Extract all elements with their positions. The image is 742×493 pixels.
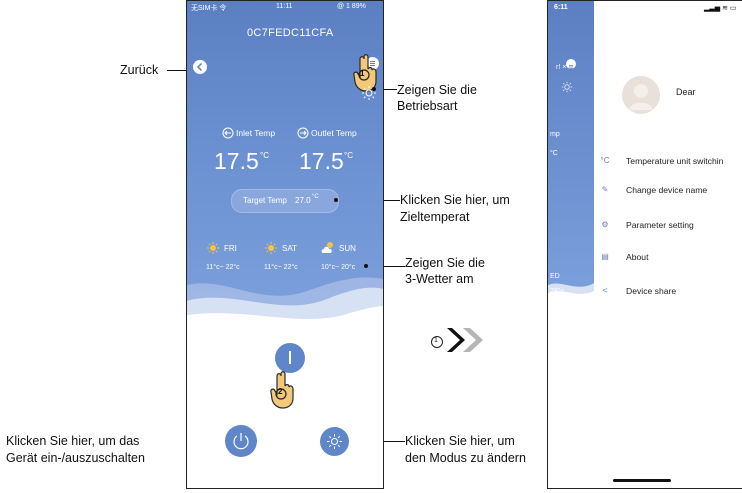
inlet-icon bbox=[222, 127, 234, 139]
strip-partial-text: r! × bbox=[556, 64, 567, 71]
edit-icon: ✎ bbox=[601, 185, 609, 194]
menu-item-label: Change device name bbox=[626, 185, 708, 195]
menu-item-label: Parameter setting bbox=[626, 220, 694, 230]
strip-temp2: 28°c bbox=[550, 288, 565, 295]
outlet-icon bbox=[297, 127, 309, 139]
avatar[interactable] bbox=[622, 76, 660, 114]
mode-button[interactable] bbox=[320, 427, 349, 456]
sun-weather-icon bbox=[207, 242, 219, 254]
sun-mode-icon bbox=[561, 81, 573, 93]
target-temp-value: 27.0 bbox=[295, 196, 311, 205]
status-time: 11:11 bbox=[276, 3, 293, 10]
callout-target-line2: Zieltemperat bbox=[400, 210, 470, 224]
menu-item-label: Temperature unit switchin bbox=[626, 156, 724, 166]
callout-mode-change-line2: den Modus zu ändern bbox=[405, 451, 526, 465]
weather-day-fri: FRI bbox=[224, 244, 237, 253]
user-avatar-icon bbox=[629, 84, 653, 110]
menu-button-2[interactable] bbox=[566, 59, 576, 69]
callout-weather-line1: Zeigen Sie die bbox=[405, 256, 485, 270]
tap-hand-icon bbox=[270, 371, 294, 409]
weather-range-fri: 11°c~ 22°c bbox=[206, 264, 240, 271]
celsius-icon: °C bbox=[600, 156, 610, 165]
next-step-arrows: 1 bbox=[430, 318, 496, 362]
user-name: Dear bbox=[676, 87, 696, 97]
share-icon: < bbox=[602, 286, 608, 295]
step-marker-2: 2 bbox=[278, 387, 283, 396]
step-marker-1: 1 bbox=[360, 69, 365, 78]
leader-dot bbox=[372, 87, 376, 91]
status-signal-icon: ▂▃▅ ≋ ▭ bbox=[704, 5, 737, 12]
target-temp-button[interactable]: Target Temp 27.0 °C bbox=[231, 189, 339, 213]
weather-range-sun: 10°c~ 20°c bbox=[321, 264, 356, 271]
status-time-2: 6:11 bbox=[554, 4, 568, 11]
target-temp-unit: °C bbox=[312, 194, 319, 200]
callout-back: Zurück bbox=[120, 63, 159, 77]
outlet-temp-value: 17.5 bbox=[299, 148, 344, 174]
menu-icon bbox=[569, 65, 573, 69]
weather-day-sat: SAT bbox=[282, 244, 297, 253]
strip-temp-label: mp bbox=[550, 131, 560, 138]
status-carrier: 无SIM卡 令 bbox=[191, 5, 227, 12]
device-id-title: 0C7FEDC11CFA bbox=[247, 27, 334, 39]
callout-power-line1: Klicken Sie hier, um das bbox=[6, 434, 140, 448]
target-temp-label: Target Temp bbox=[243, 196, 287, 205]
inlet-temp-value: 17.5 bbox=[214, 148, 259, 174]
callout-target-line1: Klicken Sie hier, um bbox=[400, 193, 510, 207]
leader-dot bbox=[334, 198, 338, 202]
inlet-temp-label: Inlet Temp bbox=[236, 128, 276, 138]
strip-ed: ED bbox=[550, 273, 560, 280]
callout-mode-view-line1: Zeigen Sie die bbox=[397, 83, 477, 97]
power-button[interactable] bbox=[225, 425, 257, 457]
weather-range-sat: 11°c~ 22°c bbox=[264, 264, 298, 271]
partly-cloudy-icon bbox=[321, 242, 333, 253]
home-indicator bbox=[613, 479, 671, 482]
sun-mode-icon bbox=[327, 434, 342, 449]
double-chevron-icon bbox=[431, 328, 483, 352]
weather-day-sun: SUN bbox=[339, 244, 356, 253]
sun-weather-icon bbox=[265, 242, 277, 254]
settings-icon: ⚙ bbox=[601, 220, 609, 229]
strip-temp-unit: °C bbox=[550, 150, 558, 157]
slider-bar-icon bbox=[289, 351, 291, 364]
callout-weather-line2: 3-Wetter am bbox=[405, 272, 474, 286]
menu-item-label: Device share bbox=[626, 286, 677, 296]
step-marker-arrow: 1 bbox=[434, 337, 438, 344]
menu-item-label: About bbox=[626, 252, 649, 262]
callout-mode-change-line1: Klicken Sie hier, um bbox=[405, 434, 515, 448]
main-screen-behind bbox=[548, 1, 594, 294]
document-icon: ▤ bbox=[601, 252, 609, 261]
chevron-left-icon bbox=[196, 62, 203, 72]
wave-decoration bbox=[187, 277, 383, 339]
side-drawer: ▂▃▅ ≋ ▭ Dear °C Temperature unit switchi… bbox=[594, 1, 742, 488]
back-button[interactable] bbox=[193, 60, 207, 74]
outlet-temp-unit: °C bbox=[344, 151, 353, 160]
phone-menu-screen: 6:11 r! × mp °C ED 28°c ▂▃▅ ≋ ▭ Dear °C … bbox=[547, 0, 742, 489]
callout-mode-view-line2: Betriebsart bbox=[397, 99, 458, 113]
status-battery: @ 1 89% bbox=[337, 3, 366, 10]
callout-power-line2: Gerät ein-/auszuschalten bbox=[6, 451, 145, 465]
phone-main-screen: 无SIM卡 令 11:11 @ 1 89% 0C7FEDC11CFA 1 Inl… bbox=[186, 0, 384, 489]
outlet-temp-label: Outlet Temp bbox=[311, 128, 357, 138]
inlet-temp-unit: °C bbox=[260, 151, 269, 160]
leader-dot bbox=[364, 264, 368, 268]
power-icon bbox=[233, 433, 249, 450]
